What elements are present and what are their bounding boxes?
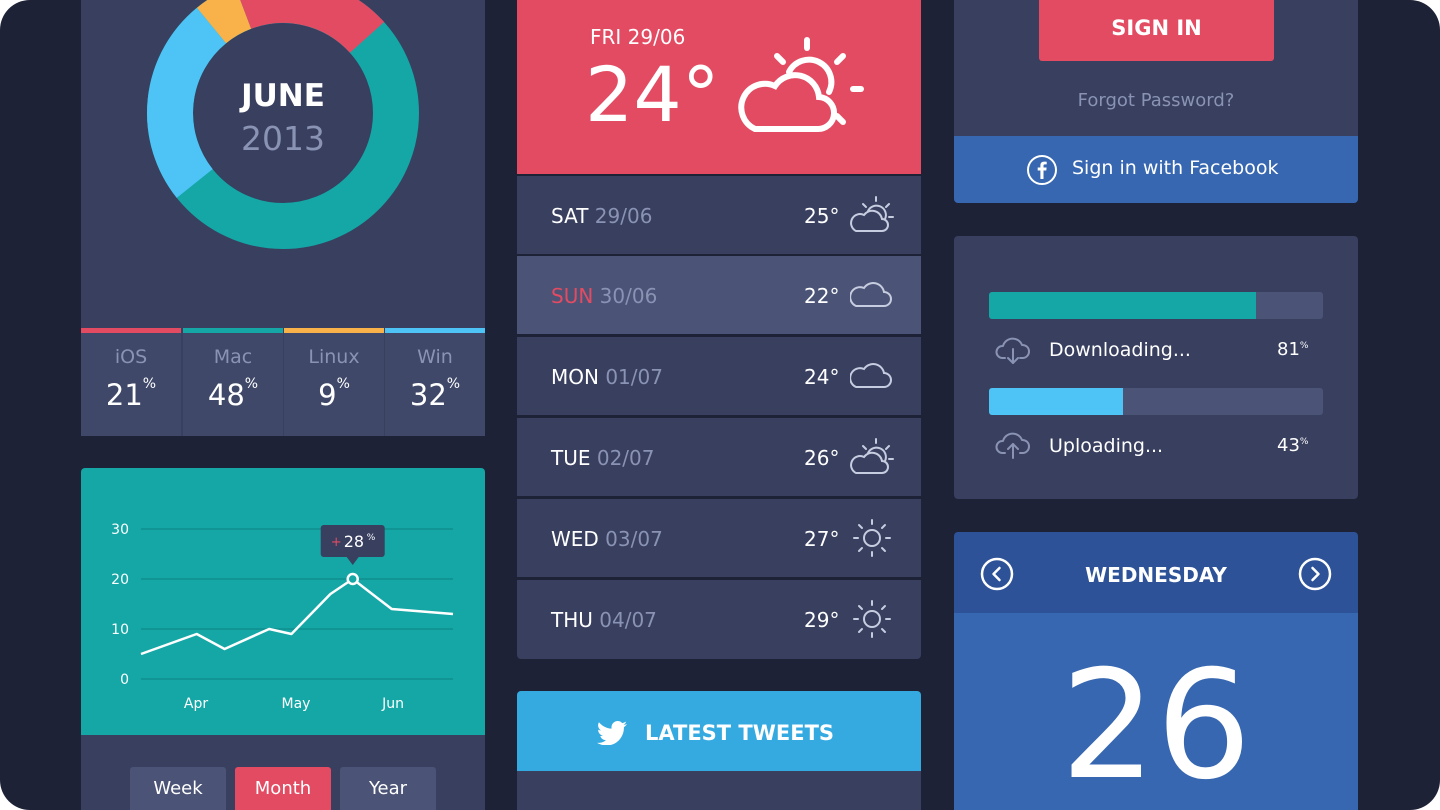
stat-win: Win 32% [385, 328, 485, 436]
cloud-upload-icon [995, 432, 1030, 459]
calendar-day-number: 26 [1060, 639, 1252, 810]
facebook-sign-in-button[interactable]: Sign in with Facebook [954, 136, 1358, 203]
line-chart-panel: 30 20 10 0 Apr May Jun +28% [81, 468, 485, 735]
forecast-temp: 22° [804, 284, 840, 308]
x-tick-label: Apr [184, 696, 208, 712]
forecast-day: TUE 02/07 [551, 446, 655, 470]
chevron-right-icon[interactable] [1298, 557, 1332, 591]
os-share-panel: JUNE 2013 iOS 21% Mac 48% Linux 9% Win 3… [81, 0, 485, 436]
stat-color-bar [284, 328, 384, 333]
forecast-temp: 29° [804, 608, 840, 632]
facebook-icon [1027, 155, 1057, 185]
forecast-row[interactable]: TUE 02/07 26° [517, 418, 921, 496]
partly-cloudy-icon [738, 37, 864, 133]
forecast-temp: 27° [804, 527, 840, 551]
y-tick-label: 0 [120, 672, 129, 688]
stat-name: Linux [308, 346, 360, 368]
y-tick-label: 20 [111, 572, 129, 588]
download-progress-bar [989, 292, 1323, 319]
callout-label: 28 [344, 532, 364, 551]
forecast-day: SUN 30/06 [551, 284, 658, 308]
upload-percent: 43% [1277, 435, 1309, 456]
forecast-day: THU 04/07 [551, 608, 657, 632]
series-line [140, 577, 454, 656]
donut-year: 2013 [241, 119, 325, 158]
y-tick-label: 30 [111, 522, 129, 538]
cloud-icon [850, 282, 892, 307]
weather-date: FRI 29/06 [590, 25, 686, 49]
os-share-donut [147, 0, 419, 249]
upload-progress-bar [989, 388, 1323, 415]
download-percent: 81% [1277, 339, 1309, 360]
partly-cloudy-icon [850, 196, 894, 232]
range-year-button[interactable]: Year [340, 767, 436, 810]
upload-label: Uploading... [1049, 435, 1164, 457]
cloud-download-icon [995, 337, 1030, 364]
forecast-row-selected[interactable]: SUN 30/06 22° [517, 256, 921, 334]
stat-mac: Mac 48% [183, 328, 283, 436]
forecast-day: SAT 29/06 [551, 204, 653, 228]
latest-tweets-title: LATEST TWEETS [645, 721, 835, 745]
range-month-button[interactable]: Month [235, 767, 331, 810]
download-label: Downloading... [1049, 339, 1191, 361]
callout-unit: % [367, 533, 376, 543]
donut-month: JUNE [241, 78, 325, 114]
facebook-sign-in-label: Sign in with Facebook [1072, 157, 1279, 179]
stat-value: 9% [318, 376, 350, 412]
forecast-temp: 25° [804, 204, 840, 228]
callout-pointer [346, 557, 359, 565]
download-progress-fill [989, 292, 1257, 319]
range-week-button[interactable]: Week [130, 767, 226, 810]
cloud-icon [850, 363, 892, 388]
sun-icon [853, 600, 891, 638]
y-tick-label: 10 [111, 622, 129, 638]
stat-value: 32% [409, 376, 461, 412]
stat-name: Win [417, 346, 453, 368]
upload-progress-fill [989, 388, 1123, 415]
forecast-row[interactable]: THU 04/07 29° [517, 580, 921, 659]
forecast-row[interactable]: MON 01/07 24° [517, 337, 921, 415]
stat-value: 48% [207, 376, 259, 412]
callout-trend-icon: + [331, 535, 342, 550]
weather-today: FRI 29/06 24° [517, 0, 921, 174]
highlight-point [346, 572, 359, 586]
line-chart: 30 20 10 0 Apr May Jun + 28% [111, 522, 454, 712]
stat-linux: Linux 9% [284, 328, 384, 436]
donut-segment-linux [196, 0, 252, 44]
sign-in-button[interactable]: SIGN IN [1039, 0, 1274, 61]
x-tick-label: May [282, 696, 311, 712]
stat-ios: iOS 21% [81, 328, 181, 436]
stat-color-bar [183, 328, 283, 333]
forecast-row[interactable]: SAT 29/06 25° [517, 176, 921, 254]
sun-icon [853, 519, 891, 557]
stat-name: iOS [114, 346, 148, 368]
forecast-row[interactable]: WED 03/07 27° [517, 499, 921, 577]
latest-tweets-header[interactable]: LATEST TWEETS [517, 691, 921, 771]
x-tick-label: Jun [381, 696, 404, 712]
tweets-list [517, 771, 921, 810]
stat-color-bar [81, 328, 181, 333]
forecast-temp: 24° [804, 365, 840, 389]
forecast-day: MON 01/07 [551, 365, 663, 389]
twitter-bird-icon [597, 721, 627, 745]
calendar-day-panel: 26 [954, 613, 1358, 810]
dashboard: JUNE 2013 iOS 21% Mac 48% Linux 9% Win 3… [0, 0, 1440, 810]
stat-value: 21% [105, 376, 157, 412]
stat-name: Mac [213, 346, 253, 368]
stat-color-bar [385, 328, 485, 333]
calendar-header: WEDNESDAY [954, 532, 1358, 613]
forgot-password-link[interactable]: Forgot Password? [954, 90, 1358, 111]
forecast-temp: 26° [804, 446, 840, 470]
forecast-day: WED 03/07 [551, 527, 663, 551]
partly-cloudy-icon [850, 438, 894, 474]
weather-temp: 24° [585, 50, 720, 139]
